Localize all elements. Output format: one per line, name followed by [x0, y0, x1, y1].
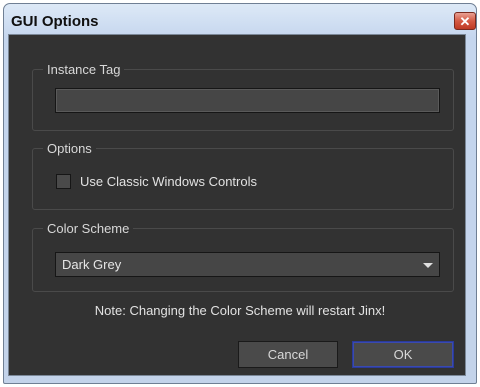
- ok-button[interactable]: OK: [352, 341, 454, 368]
- classic-controls-label[interactable]: Use Classic Windows Controls: [80, 174, 257, 189]
- cancel-button[interactable]: Cancel: [238, 341, 338, 368]
- instance-tag-legend: Instance Tag: [43, 61, 125, 78]
- instance-tag-input[interactable]: [55, 88, 440, 113]
- color-scheme-selected-value: Dark Grey: [62, 257, 122, 272]
- close-button[interactable]: ✕: [454, 12, 476, 30]
- restart-note: Note: Changing the Color Scheme will res…: [94, 303, 386, 318]
- window-title: GUI Options: [11, 13, 99, 30]
- chevron-down-icon: [423, 263, 433, 268]
- close-icon: ✕: [459, 13, 471, 29]
- options-legend: Options: [43, 140, 96, 157]
- color-scheme-legend: Color Scheme: [43, 220, 134, 237]
- classic-controls-checkbox[interactable]: [56, 174, 71, 189]
- color-scheme-select[interactable]: Dark Grey: [55, 252, 440, 277]
